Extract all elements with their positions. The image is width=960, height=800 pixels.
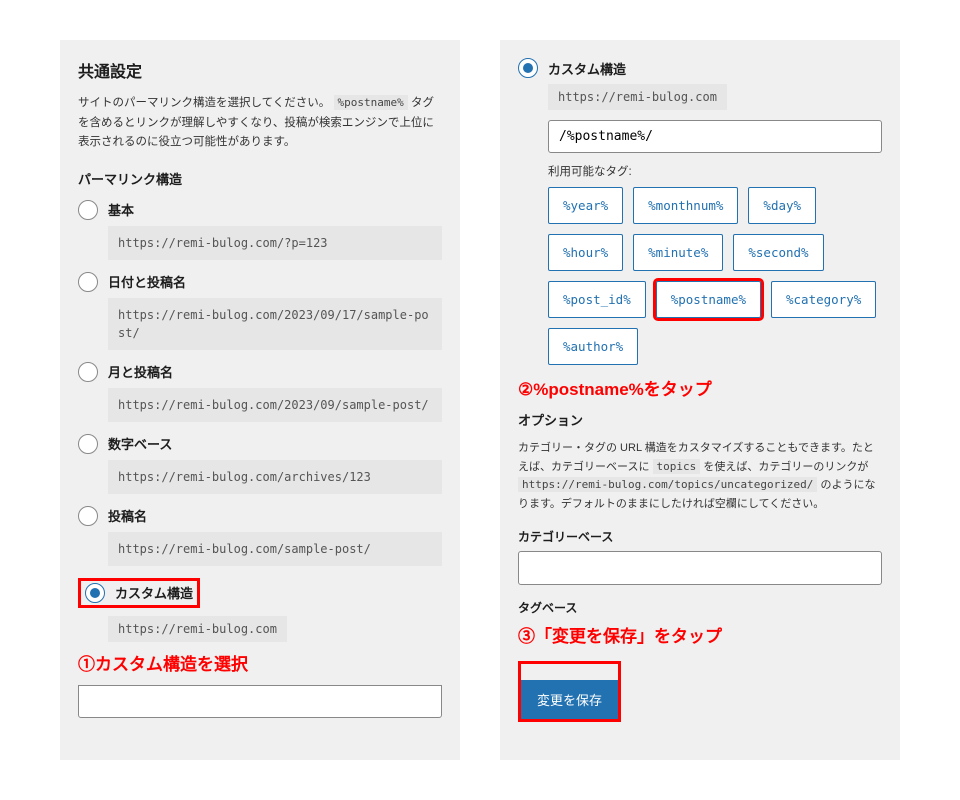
common-settings-title: 共通設定 [78,58,442,82]
available-tags-label: 利用可能なタグ: [548,163,882,179]
tag-second-button[interactable]: %second% [733,234,823,271]
tag-monthnum-button[interactable]: %monthnum% [633,187,738,224]
radio-icon [78,362,98,382]
highlight-custom-structure: カスタム構造 [78,578,200,608]
example-url-day-name: https://remi-bulog.com/2023/09/17/sample… [108,298,442,350]
example-url-postname: https://remi-bulog.com/sample-post/ [108,532,442,566]
category-base-input[interactable] [518,551,882,585]
example-url-month-name: https://remi-bulog.com/2023/09/sample-po… [108,388,442,422]
radio-label: 数字ベース [108,434,172,453]
radio-icon [78,272,98,292]
radio-icon-checked [85,583,105,603]
option-desc: カテゴリー・タグの URL 構造をカスタマイズすることもできます。たとえば、カテ… [518,439,882,514]
radio-label: カスタム構造 [548,59,626,78]
tag-day-button[interactable]: %day% [748,187,816,224]
tag-hour-button[interactable]: %hour% [548,234,623,271]
radio-label: 基本 [108,200,134,219]
radio-option-custom[interactable]: カスタム構造 [85,583,193,603]
tag-author-button[interactable]: %author% [548,328,638,365]
radio-icon [78,506,98,526]
tag-base-label: タグベース [518,599,882,616]
example-url-plain: https://remi-bulog.com/?p=123 [108,226,442,260]
radio-option-day-name[interactable]: 日付と投稿名 [78,272,442,292]
radio-option-custom-right[interactable]: カスタム構造 [518,58,882,78]
tag-postname-button[interactable]: %postname% [656,281,761,318]
radio-label: 日付と投稿名 [108,272,186,291]
radio-option-month-name[interactable]: 月と投稿名 [78,362,442,382]
common-settings-desc: サイトのパーマリンク構造を選択してください。 %postname% タグを含める… [78,94,442,153]
example-url-numeric: https://remi-bulog.com/archives/123 [108,460,442,494]
radio-option-postname[interactable]: 投稿名 [78,506,442,526]
category-base-label: カテゴリーベース [518,528,882,545]
radio-label: 投稿名 [108,506,147,525]
annotation-step-2: ②%postname%をタップ [518,375,882,400]
option-section-title: オプション [518,410,882,429]
radio-option-numeric[interactable]: 数字ベース [78,434,442,454]
annotation-step-3: ③「変更を保存」をタップ [518,622,882,647]
radio-label: 月と投稿名 [108,362,173,381]
tag-postid-button[interactable]: %post_id% [548,281,646,318]
tag-year-button[interactable]: %year% [548,187,623,224]
save-changes-button[interactable]: 変更を保存 [521,680,618,719]
custom-base-url: https://remi-bulog.com [108,616,287,642]
available-tags-grid: %year% %monthnum% %day% %hour% %minute% … [548,187,882,365]
permalink-structure-title: パーマリンク構造 [78,169,442,188]
custom-permalink-input-partial[interactable] [78,685,442,718]
annotation-step-1: ①カスタム構造を選択 [78,650,442,675]
radio-icon [78,200,98,220]
tag-category-button[interactable]: %category% [771,281,876,318]
highlight-save-button: 変更を保存 [518,661,621,722]
radio-label: カスタム構造 [115,583,193,602]
radio-option-plain[interactable]: 基本 [78,200,442,220]
radio-icon [78,434,98,454]
custom-base-url-right: https://remi-bulog.com [548,84,727,110]
postname-tag-inline: %postname% [334,95,408,110]
radio-icon-checked [518,58,538,78]
tag-minute-button[interactable]: %minute% [633,234,723,271]
permalink-settings-left: 共通設定 サイトのパーマリンク構造を選択してください。 %postname% タ… [60,40,460,760]
permalink-settings-right: カスタム構造 https://remi-bulog.com 利用可能なタグ: %… [500,40,900,760]
custom-permalink-input[interactable] [548,120,882,153]
